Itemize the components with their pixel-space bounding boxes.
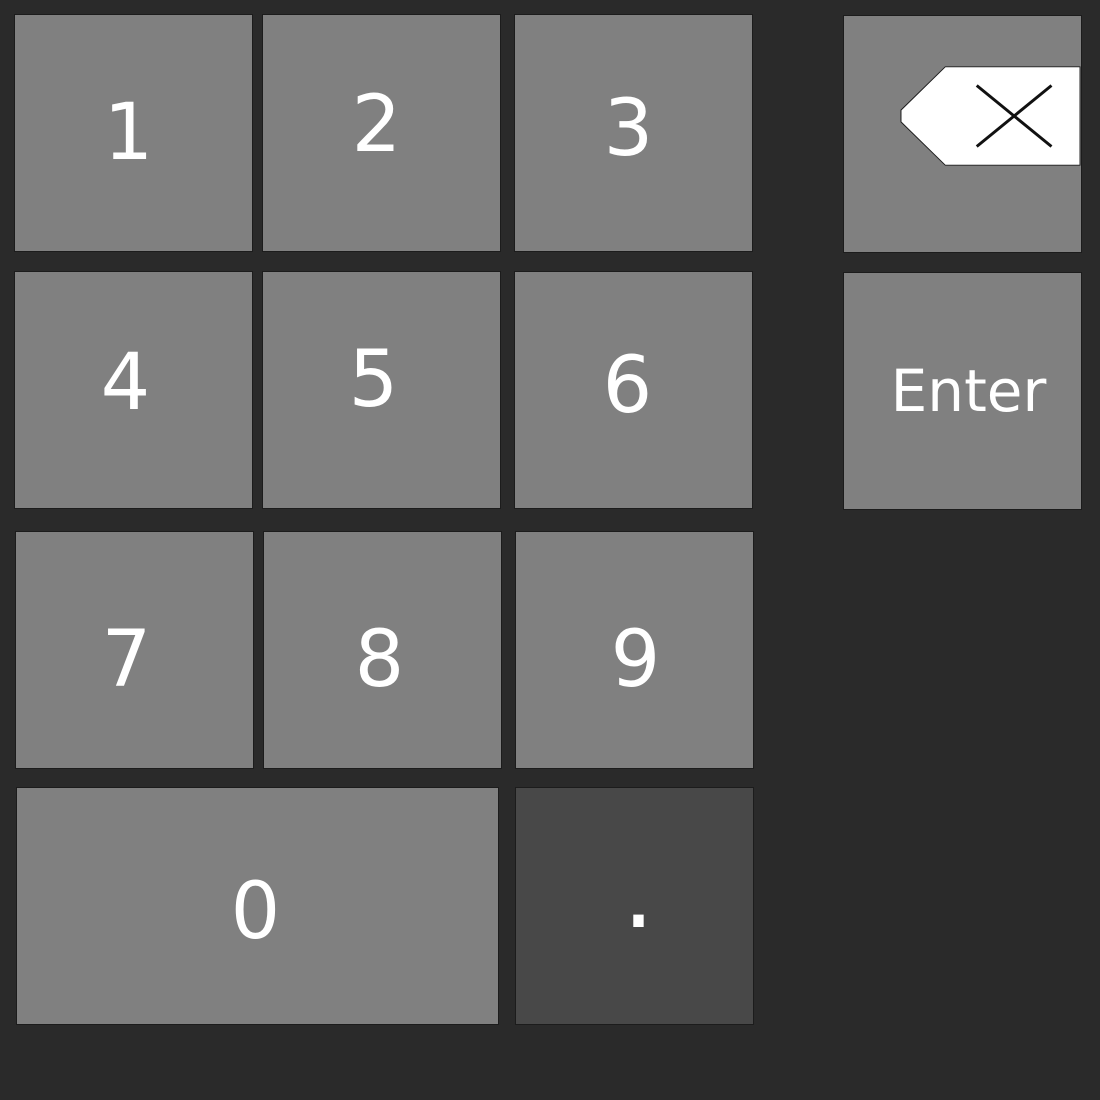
key-7[interactable]: 7 — [15, 531, 254, 769]
backspace-button[interactable] — [843, 15, 1082, 253]
key-3[interactable]: 3 — [514, 14, 753, 252]
decimal-point-key[interactable]: . — [515, 787, 754, 1025]
key-2[interactable]: 2 — [262, 14, 501, 252]
key-2-label: 2 — [351, 80, 402, 170]
key-3-label: 3 — [603, 84, 654, 174]
key-0-label: 0 — [230, 867, 281, 957]
key-1-label: 1 — [103, 88, 154, 178]
key-9-label: 9 — [610, 615, 661, 705]
enter-button[interactable]: Enter — [843, 272, 1082, 510]
key-6-label: 6 — [602, 341, 653, 431]
key-1[interactable]: 1 — [14, 14, 253, 252]
key-6[interactable]: 6 — [514, 271, 753, 509]
key-9[interactable]: 9 — [515, 531, 754, 769]
key-0[interactable]: 0 — [16, 787, 499, 1025]
key-4-label: 4 — [100, 338, 151, 428]
decimal-point-label: . — [622, 834, 655, 951]
key-8[interactable]: 8 — [263, 531, 502, 769]
key-8-label: 8 — [354, 615, 405, 705]
numeric-keypad: 1 2 3 4 5 6 7 8 9 0 . Enter — [0, 0, 1100, 1100]
key-7-label: 7 — [101, 615, 152, 705]
key-4[interactable]: 4 — [14, 271, 253, 509]
key-5-label: 5 — [348, 335, 399, 425]
enter-label: Enter — [890, 357, 1047, 425]
key-5[interactable]: 5 — [262, 271, 501, 509]
backspace-icon — [900, 66, 1081, 166]
